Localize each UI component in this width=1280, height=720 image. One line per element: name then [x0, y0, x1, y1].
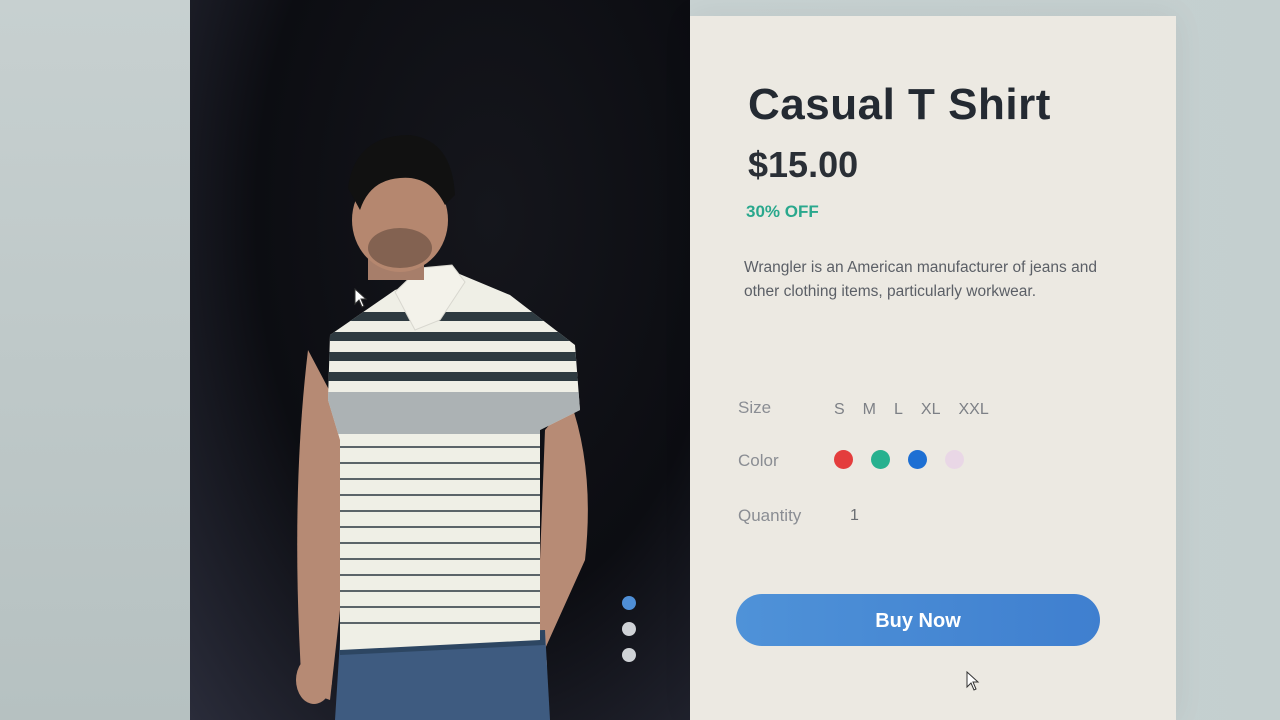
product-details-card: Casual T Shirt $15.00 30% OFF Wrangler i…: [690, 16, 1176, 720]
color-swatch-pink[interactable]: [945, 450, 964, 469]
arrow-cursor-icon: [354, 288, 368, 308]
color-options: [834, 450, 964, 469]
buy-now-button[interactable]: Buy Now: [736, 594, 1100, 646]
quantity-value[interactable]: 1: [850, 507, 859, 525]
size-options: S M L XL XXL: [834, 401, 989, 419]
product-title: Casual T Shirt: [748, 80, 1051, 129]
monitor-bezel-left: [0, 0, 190, 720]
carousel-dot-3[interactable]: [622, 648, 636, 662]
color-swatch-red[interactable]: [834, 450, 853, 469]
size-label: Size: [738, 398, 772, 417]
quantity-label: Quantity: [738, 506, 802, 525]
color-swatch-blue[interactable]: [908, 450, 927, 469]
product-price: $15.00: [748, 144, 859, 185]
color-swatch-green[interactable]: [871, 450, 890, 469]
carousel-dots: [622, 596, 636, 662]
product-description: Wrangler is an American manufacturer of …: [744, 259, 1097, 300]
size-option-xl[interactable]: XL: [921, 401, 941, 419]
product-image-panel: [190, 0, 690, 720]
product-photo: [296, 135, 588, 720]
color-row: Color: [738, 451, 834, 471]
arrow-cursor-icon: [966, 671, 980, 691]
carousel-dot-2[interactable]: [622, 622, 636, 636]
discount-badge: 30% OFF: [746, 202, 819, 221]
size-option-s[interactable]: S: [834, 401, 845, 419]
size-row: Size: [738, 398, 834, 418]
color-label: Color: [738, 451, 779, 470]
quantity-row: Quantity: [738, 506, 834, 526]
size-option-xxl[interactable]: XXL: [958, 401, 988, 419]
size-option-l[interactable]: L: [894, 401, 903, 419]
carousel-dot-1[interactable]: [622, 596, 636, 610]
size-option-m[interactable]: M: [863, 401, 876, 419]
